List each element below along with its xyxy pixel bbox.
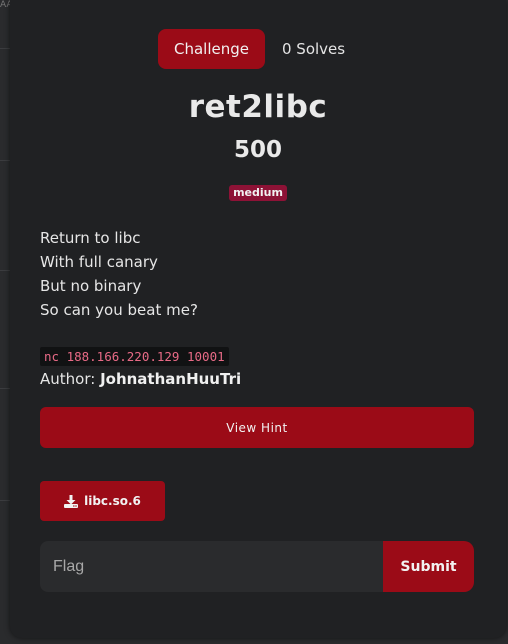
challenge-title: ret2libc	[188, 89, 328, 125]
description-line: Return to libc	[40, 229, 141, 247]
flag-submit-form: Submit	[40, 541, 474, 592]
view-hint-button[interactable]: View Hint	[40, 407, 474, 448]
difficulty-badge: medium	[229, 185, 287, 201]
download-icon	[64, 494, 79, 508]
tab-solves[interactable]: 0 Solves	[282, 40, 345, 58]
description-line: With full canary	[40, 253, 158, 271]
download-file-button[interactable]: libc.so.6	[40, 481, 165, 521]
modal-tabs: Challenge 0 Solves	[158, 29, 345, 69]
difficulty-badge-wrapper: medium	[10, 181, 506, 201]
download-file-label: libc.so.6	[84, 494, 141, 508]
challenge-modal: Challenge 0 Solves ret2libc 500 medium R…	[10, 0, 506, 638]
author-name: JohnathanHuuTri	[100, 370, 242, 388]
author-line: Author: JohnathanHuuTri	[40, 370, 241, 388]
description-line: But no binary	[40, 277, 142, 295]
challenge-points: 500	[233, 137, 282, 163]
connection-command: nc 188.166.220.129 10001	[40, 347, 229, 366]
tab-challenge[interactable]: Challenge	[158, 29, 265, 69]
description-line: So can you beat me?	[40, 301, 198, 319]
submit-button[interactable]: Submit	[383, 541, 474, 592]
flag-input[interactable]	[40, 541, 383, 592]
challenge-description: Return to libc With full canary But no b…	[40, 226, 198, 322]
author-label: Author:	[40, 370, 101, 388]
